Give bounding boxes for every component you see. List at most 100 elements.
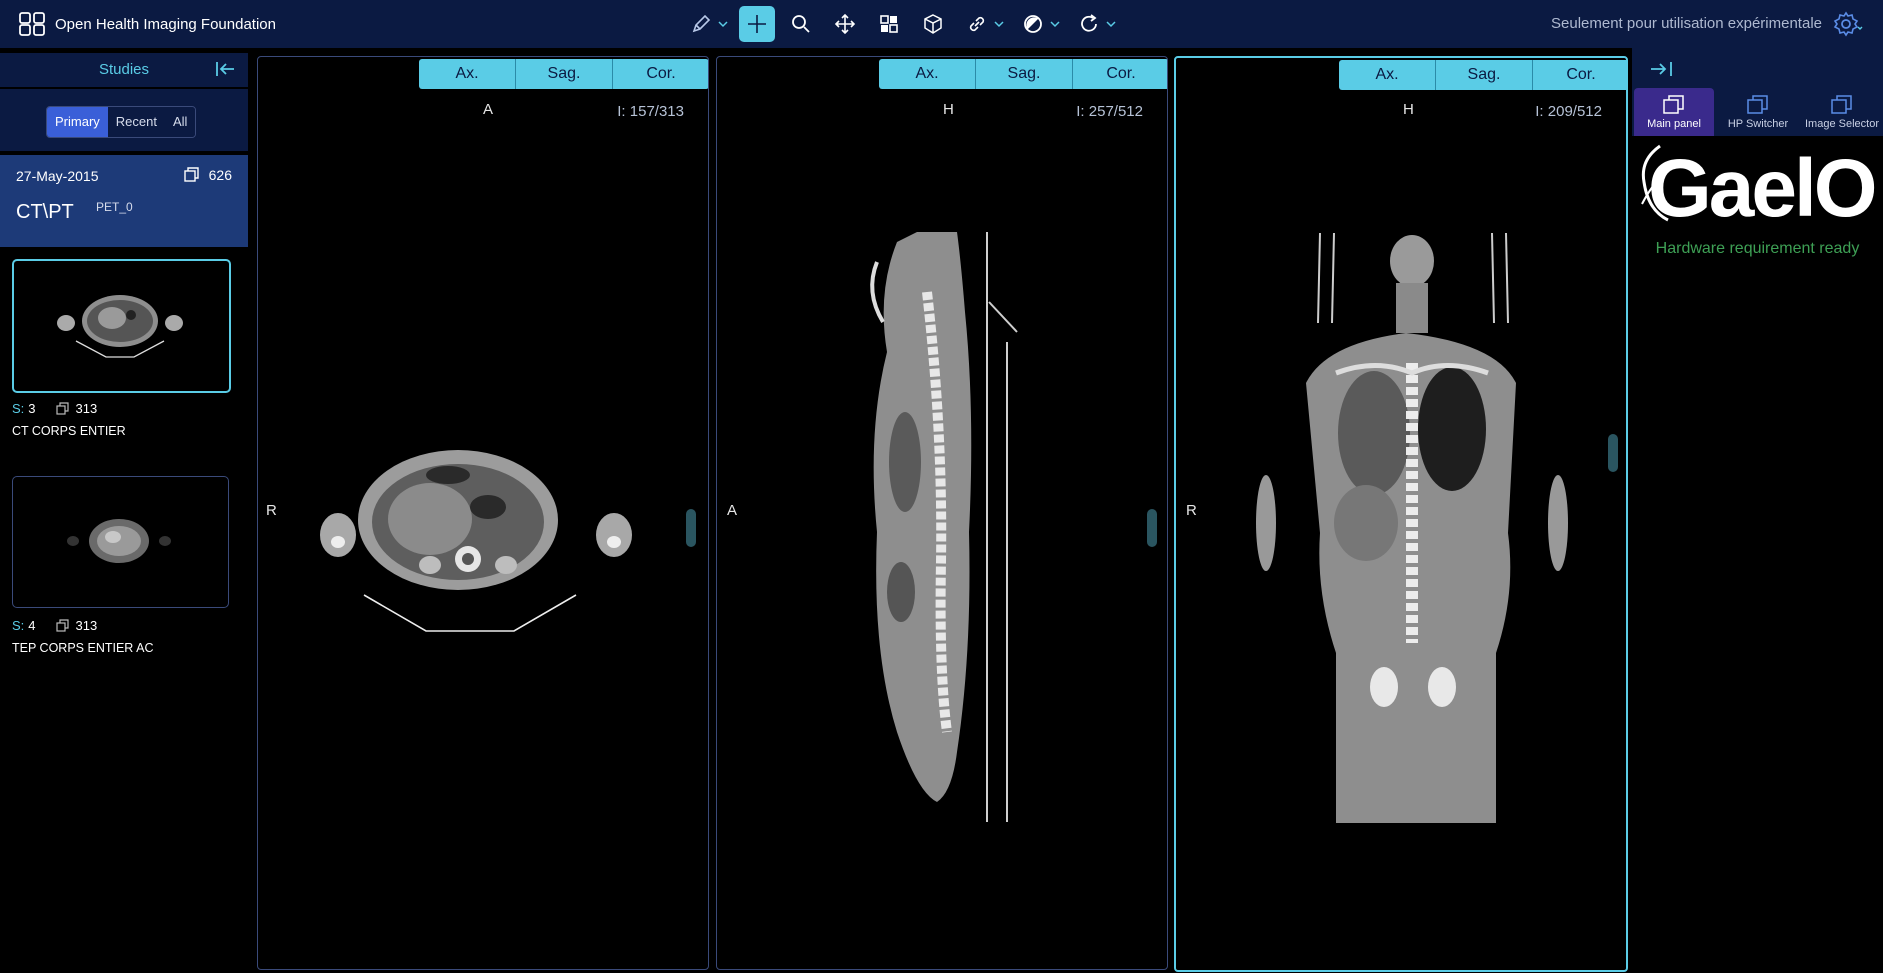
- sagittal-button[interactable]: Sag.: [516, 59, 613, 89]
- slice-value: 157/313: [629, 103, 684, 120]
- slice-scroll-handle[interactable]: [686, 509, 696, 547]
- annotate-menu-caret[interactable]: [717, 16, 729, 32]
- contrast-icon: [1024, 15, 1042, 33]
- stack-icon: [183, 167, 199, 182]
- orientation-marker-top: H: [943, 101, 954, 118]
- series-thumbnail-ct[interactable]: [12, 259, 231, 393]
- slice-scroll-handle[interactable]: [1147, 509, 1157, 547]
- orientation-marker-top: A: [483, 101, 494, 118]
- tab-image-selector[interactable]: Image Selector: [1802, 88, 1882, 136]
- filter-recent[interactable]: Recent: [107, 107, 165, 137]
- annotate-button[interactable]: [683, 6, 719, 42]
- series-name-pet: TEP CORPS ENTIER AC: [12, 641, 154, 655]
- series-instances: 313: [55, 618, 97, 633]
- slice-indicator: I: 257/512: [1076, 103, 1143, 120]
- settings-button[interactable]: [1833, 10, 1863, 38]
- window-level-menu-caret[interactable]: [1049, 16, 1061, 32]
- cube-icon: [924, 14, 942, 34]
- move-icon: [834, 13, 856, 35]
- app-grid-icon: [19, 12, 45, 36]
- link-icon: [969, 16, 985, 32]
- layout-icon: [880, 15, 898, 33]
- sagittal-button[interactable]: Sag.: [976, 59, 1073, 89]
- slice-label: I:: [617, 103, 626, 120]
- crosshair-icon: [748, 15, 766, 33]
- series-thumbnail-pet[interactable]: [12, 476, 229, 608]
- hardware-status: Hardware requirement ready: [1655, 240, 1860, 257]
- right-panel-header: Main panel HP Switcher Image Selector: [1632, 48, 1883, 136]
- magnifier-icon: [792, 15, 810, 33]
- chevron-down-icon: [994, 21, 1004, 28]
- collapse-right-icon: [1651, 62, 1672, 76]
- tab-label: Main panel: [1647, 118, 1701, 130]
- study-filter-tabs: Primary Recent All: [46, 106, 197, 138]
- orientation-marker-left: R: [266, 502, 277, 519]
- orientation-marker-left: A: [727, 502, 738, 519]
- pan-button[interactable]: [827, 6, 863, 42]
- orientation-marker-top: H: [1403, 101, 1414, 118]
- series-label: S:: [12, 618, 25, 633]
- study-item[interactable]: 27-May-2015 626 CT\PT PET_0: [0, 155, 248, 247]
- coronal-button[interactable]: Cor.: [613, 59, 708, 89]
- ct-axial-image: [320, 450, 632, 632]
- series-instances: 313: [55, 401, 97, 416]
- tab-main-panel[interactable]: Main panel: [1634, 88, 1714, 136]
- orientation-marker-left: R: [1186, 502, 1197, 519]
- study-description: PET_0: [96, 200, 133, 214]
- pencil-icon: [692, 14, 711, 33]
- pet-axial-thumbnail: [67, 519, 171, 563]
- studies-header: Studies: [0, 53, 248, 87]
- top-toolbar: Open Health Imaging Foundation Seulement…: [0, 0, 1883, 48]
- viewport-coronal[interactable]: Ax. Sag. Cor. H I: 209/512 R: [1174, 56, 1628, 972]
- slice-label: I:: [1076, 103, 1085, 120]
- coronal-button[interactable]: Cor.: [1533, 60, 1626, 90]
- chevron-down-icon: [718, 21, 728, 28]
- tab-label: Image Selector: [1805, 118, 1879, 130]
- orientation-buttons: Ax. Sag. Cor.: [1339, 60, 1626, 90]
- orientation-buttons: Ax. Sag. Cor.: [419, 59, 708, 89]
- series-meta-ct: S: 3 313: [12, 401, 97, 416]
- viewport-sagittal[interactable]: Ax. Sag. Cor. H I: 257/512 A: [716, 56, 1168, 970]
- study-browser: Studies Primary Recent All 27-May-2015 6…: [0, 48, 248, 973]
- ohif-logo[interactable]: Open Health Imaging Foundation: [18, 11, 276, 37]
- series-label: S:: [12, 401, 25, 416]
- rotate-icon: [1081, 14, 1097, 32]
- filter-bar: Primary Recent All: [0, 89, 248, 151]
- 3d-button[interactable]: [915, 6, 951, 42]
- window-level-button[interactable]: [1015, 6, 1051, 42]
- crosshair-button[interactable]: [739, 6, 775, 42]
- filter-primary[interactable]: Primary: [47, 107, 108, 137]
- axial-button[interactable]: Ax.: [419, 59, 516, 89]
- rotate-button[interactable]: [1071, 6, 1107, 42]
- gaelo-logo: GaelO: [1641, 143, 1878, 226]
- zoom-button[interactable]: [783, 6, 819, 42]
- link-menu-caret[interactable]: [993, 16, 1005, 32]
- gaelo-logo-text: GaelO: [1648, 143, 1875, 226]
- layout-button[interactable]: [871, 6, 907, 42]
- rotate-menu-caret[interactable]: [1105, 16, 1117, 32]
- viewport-axial[interactable]: Ax. Sag. Cor. A I: 157/313 R: [257, 56, 709, 970]
- slice-scroll-handle[interactable]: [1608, 434, 1618, 472]
- filter-all[interactable]: All: [164, 107, 196, 137]
- sagittal-button[interactable]: Sag.: [1436, 60, 1533, 90]
- axial-button[interactable]: Ax.: [879, 59, 976, 89]
- orientation-buttons: Ax. Sag. Cor.: [879, 59, 1167, 89]
- collapse-right-panel-button[interactable]: [1649, 60, 1675, 78]
- coronal-button[interactable]: Cor.: [1073, 59, 1167, 89]
- slice-label: I:: [1535, 103, 1544, 120]
- gear-icon: [1833, 11, 1863, 37]
- ct-coronal-image: [1256, 233, 1568, 823]
- study-modality: CT\PT: [16, 201, 74, 223]
- stack-icon: [55, 618, 69, 632]
- slice-indicator: I: 209/512: [1535, 103, 1602, 120]
- collapse-panel-button[interactable]: [214, 60, 236, 78]
- collapse-left-icon: [216, 62, 234, 76]
- link-button[interactable]: [959, 6, 995, 42]
- slice-value: 209/512: [1547, 103, 1602, 120]
- panel-icon: [1663, 95, 1684, 114]
- study-date: 27-May-2015: [16, 168, 99, 184]
- axial-button[interactable]: Ax.: [1339, 60, 1436, 90]
- series-meta-pet: S: 4 313: [12, 618, 97, 633]
- tab-hp-switcher[interactable]: HP Switcher: [1718, 88, 1798, 136]
- chevron-down-icon: [1106, 21, 1116, 28]
